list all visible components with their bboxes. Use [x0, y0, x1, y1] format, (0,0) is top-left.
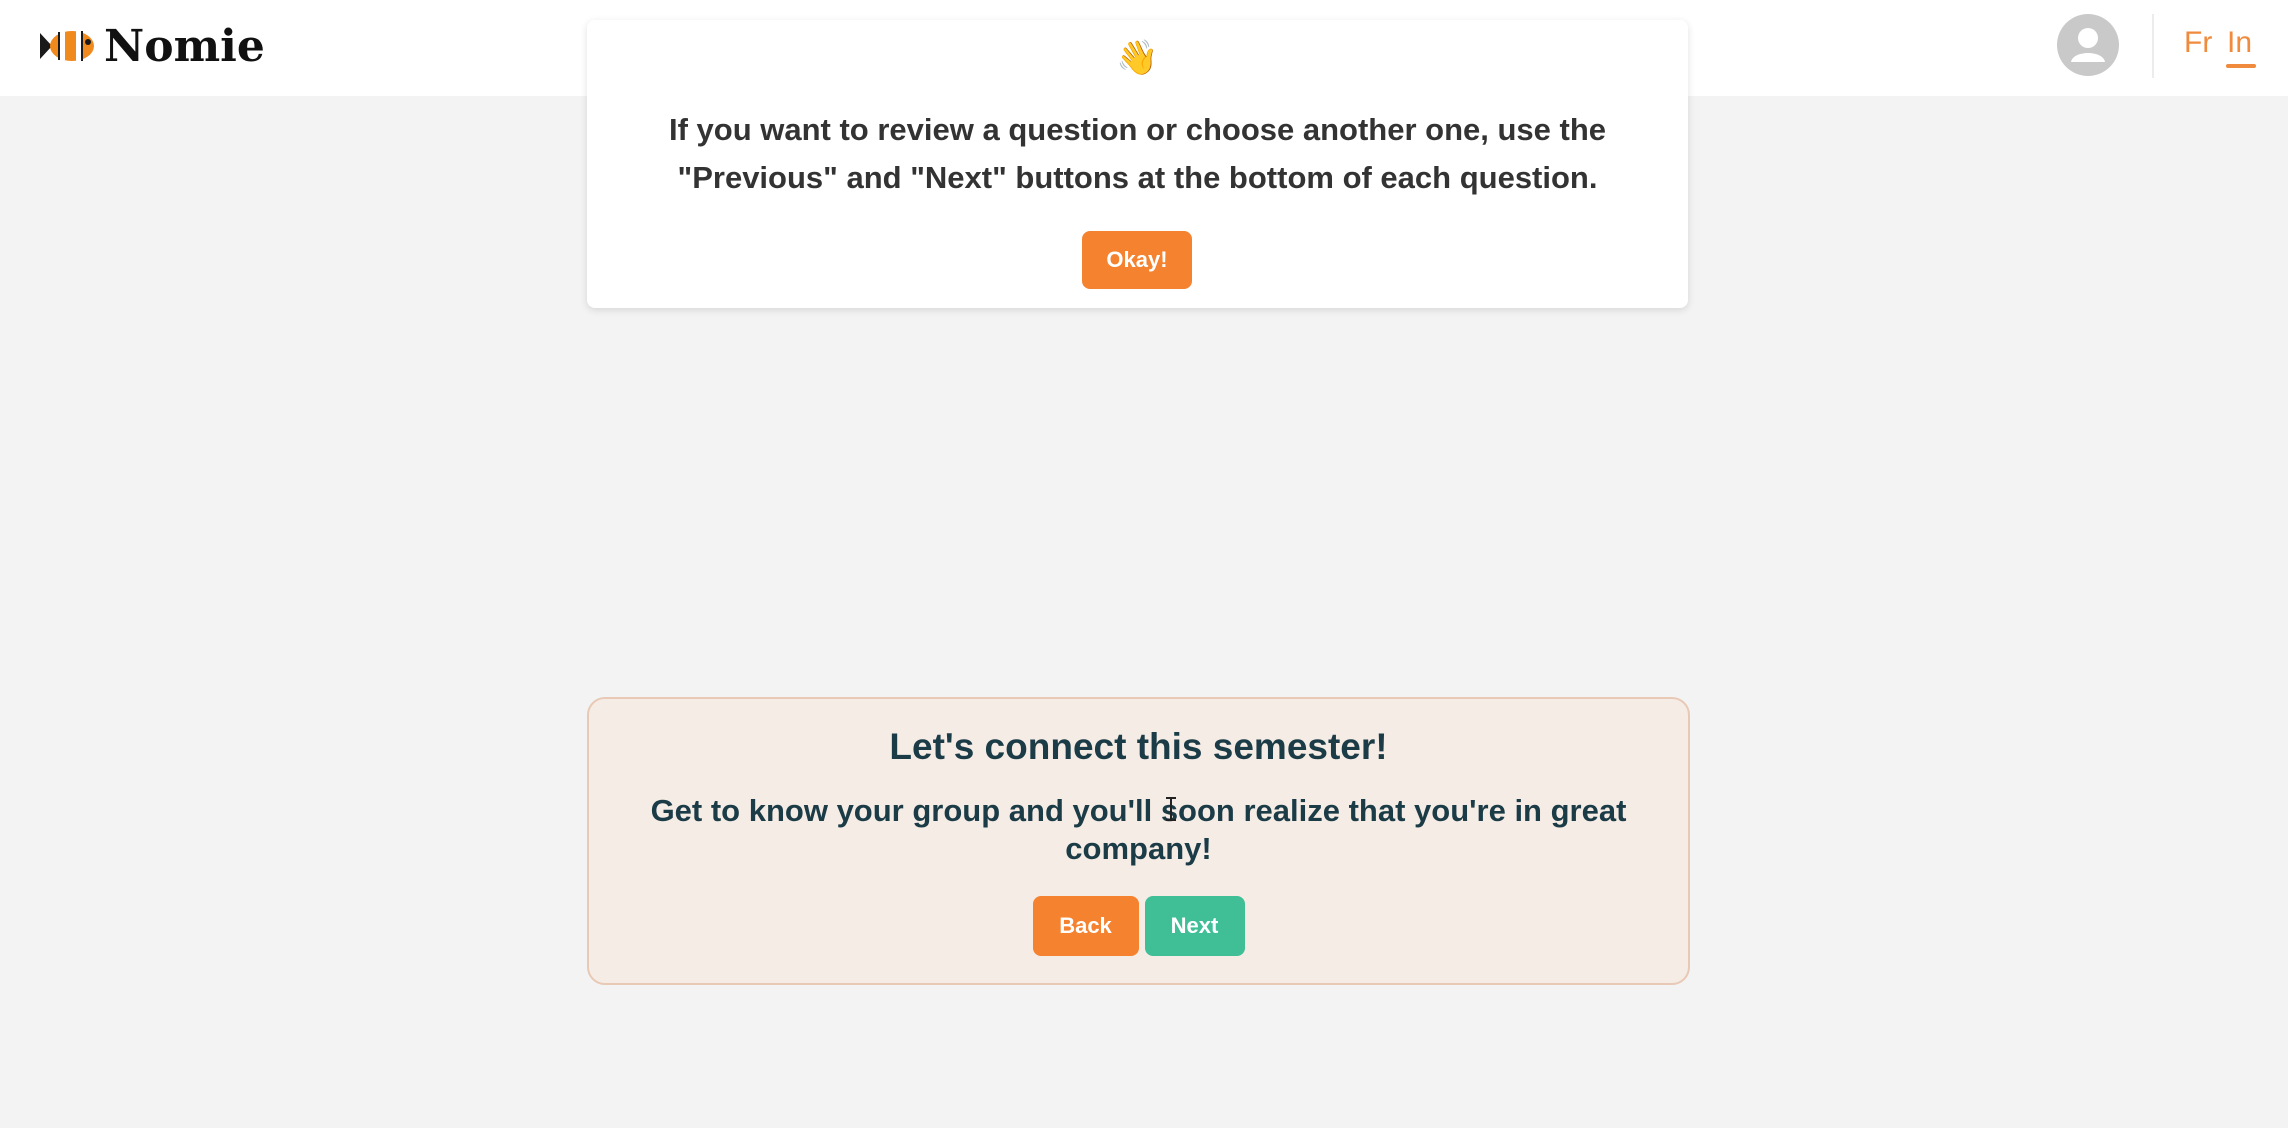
- back-button[interactable]: Back: [1032, 896, 1139, 956]
- next-button[interactable]: Next: [1144, 896, 1245, 956]
- header-divider: [2152, 14, 2154, 78]
- user-avatar[interactable]: [2057, 14, 2119, 76]
- text-cursor-icon: [1166, 797, 1176, 821]
- welcome-card: Let's connect this semester! Get to know…: [587, 697, 1690, 985]
- clownfish-logo-icon: [38, 25, 100, 67]
- page: Nomie Fr In 👋 If you want to review a qu…: [0, 0, 2288, 1128]
- card-subtitle: Get to know your group and you'll soon r…: [650, 793, 1627, 866]
- waving-hand-icon: 👋: [1116, 39, 1159, 77]
- language-fr-option[interactable]: Fr: [2184, 26, 2212, 60]
- okay-button[interactable]: Okay!: [1082, 231, 1192, 289]
- tooltip-message: If you want to review a question or choo…: [668, 112, 1607, 195]
- user-icon: [2071, 28, 2105, 62]
- logo-text: Nomie: [104, 20, 265, 72]
- card-title: Let's connect this semester!: [889, 726, 1388, 767]
- onboarding-tooltip: 👋 If you want to review a question or ch…: [587, 20, 1688, 308]
- navigation-buttons: Back Next: [589, 896, 1688, 956]
- active-language-indicator: [2226, 64, 2256, 68]
- nomie-logo[interactable]: Nomie: [38, 18, 265, 74]
- language-in-option[interactable]: In: [2227, 26, 2252, 60]
